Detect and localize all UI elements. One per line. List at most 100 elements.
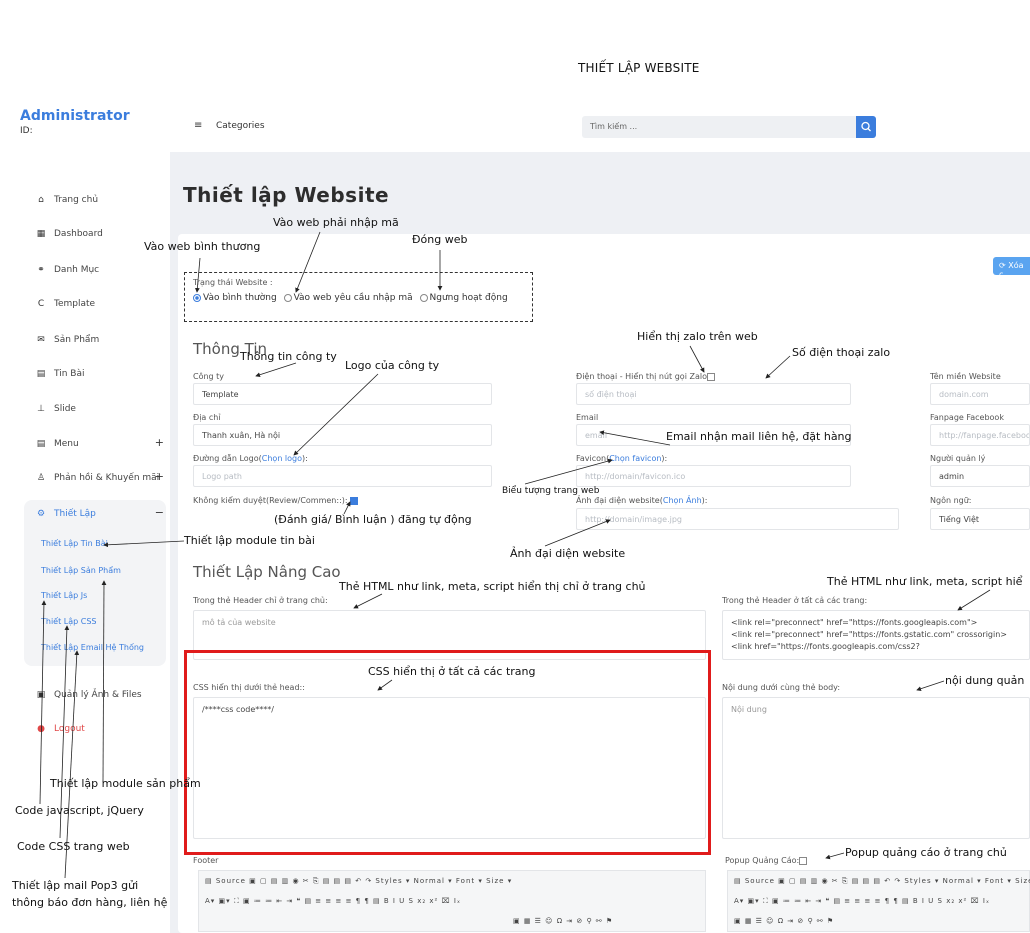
annotation-zalo-phone: Số điện thoại zalo [792, 346, 891, 359]
manager-field[interactable]: admin [930, 465, 1030, 487]
menu-icon: ▤ [36, 439, 46, 449]
favicon-label: Favicon(Chọn favicon): [576, 454, 668, 463]
sidebar-item-category[interactable]: ⚭ Danh Mục [36, 263, 99, 277]
sidebar-sub-js[interactable]: Thiết Lập Js [41, 591, 87, 600]
header-all-textarea[interactable]: <link rel="preconnect" href="https://fon… [722, 610, 1030, 660]
logout-icon: ● [37, 724, 45, 734]
settings-group [24, 500, 166, 666]
sidebar-sub-product[interactable]: Thiết Lập Sản Phẩm [41, 566, 121, 575]
phone-field[interactable]: số điện thoại [576, 383, 851, 405]
annotation-mail-line-1: Thiết lập mail Pop3 gửi [12, 879, 139, 892]
slide-icon: ⊥ [37, 404, 45, 414]
choose-image-link[interactable]: Chọn Ảnh [663, 496, 702, 505]
popup-toolbar-row-2[interactable]: A▾ ▣▾ ⛶ ▣ ≔ ≔ ⇤ ⇥ ❝ ▤ ≡ ≡ ≡ ≡ ¶ ¶ ▤ B I … [734, 897, 990, 906]
sidebar-item-home[interactable]: ⌂ Trang chủ [36, 193, 98, 207]
categories-link[interactable]: Categories [216, 121, 265, 131]
settings-collapse-icon[interactable]: − [155, 506, 164, 519]
dashboard-icon: ▦ [36, 229, 46, 239]
body-bottom-label: Nội dung dưới cùng thẻ body: [722, 683, 841, 692]
annotation-website-image: Ảnh đại diện website [510, 547, 626, 560]
sidebar-item-dashboard[interactable]: ▦ Dashboard [36, 227, 103, 241]
footer-toolbar-row-2[interactable]: A▾ ▣▾ ⛶ ▣ ≔ ≔ ⇤ ⇥ ❝ ▤ ≡ ≡ ≡ ≡ ¶ ¶ ▤ B I … [205, 897, 461, 906]
search-input[interactable]: Tìm kiếm ... [582, 116, 856, 138]
sidebar-item-settings[interactable]: ⚙ Thiết Lập [36, 507, 96, 521]
topbar: ≡ Categories Tìm kiếm ... [170, 100, 1030, 152]
annotation-favicon: Biểu tượng trang web [502, 486, 600, 496]
annotation-closed: Đóng web [412, 233, 468, 246]
gear-icon: ⚙ [36, 509, 46, 519]
domain-label: Tên miền Website [930, 372, 1001, 381]
search-icon [861, 121, 871, 132]
review-checkbox[interactable] [350, 496, 359, 505]
logo-path-field[interactable]: Logo path [193, 465, 492, 487]
review-label: Không kiểm duyệt(Review/Commen::): [193, 496, 359, 505]
annotation-normal: Vào web bình thương [144, 240, 261, 253]
search-button[interactable] [856, 116, 876, 138]
document-title: THIẾT LẬP WEBSITE [578, 61, 700, 75]
annotation-email-contact: Email nhận mail liên hệ, đặt hàng [666, 430, 852, 443]
sidebar-item-feedback[interactable]: ♙ Phản hồi & Khuyến mãi [36, 471, 159, 485]
address-field[interactable]: Thanh xuân, Hà nội [193, 424, 492, 446]
image-label: Ảnh đại diện website(Chọn Ảnh): [576, 496, 708, 505]
annotation-js-code: Code javascript, jQuery [15, 804, 144, 817]
page: { "document_title": "THIẾT LẬP WEBSITE",… [0, 0, 1030, 933]
choose-favicon-link[interactable]: Chọn favicon [609, 454, 661, 463]
manager-label: Người quản lý [930, 454, 986, 463]
product-icon: ✉ [37, 335, 45, 345]
header-home-label: Trong thẻ Header chỉ ở trang chủ: [193, 596, 328, 605]
feedback-icon: ♙ [36, 473, 46, 483]
popup-editor-toolbar[interactable]: ▤ Source ▣ ▢ ▤ ▥ ◉ ✂ ⎘ ▤ ▤ ▤ ↶ ↷ Styles … [727, 870, 1030, 932]
annotation-code-required: Vào web phải nhập mã [273, 216, 399, 229]
status-highlight-box [184, 272, 533, 322]
annotation-news-module: Thiết lập module tin bài [184, 534, 315, 547]
annotation-mail-line-2: thông báo đơn hàng, liên hệ [12, 896, 168, 909]
language-label: Ngôn ngữ: [930, 496, 972, 505]
footer-toolbar-row-1[interactable]: ▤ Source ▣ ▢ ▤ ▥ ◉ ✂ ⎘ ▤ ▤ ▤ ↶ ↷ Styles … [205, 877, 512, 886]
favicon-field[interactable]: http://domain/favicon.ico [576, 465, 851, 487]
logo-label: Đường dẫn Logo(Chọn logo): [193, 454, 308, 463]
brand-title[interactable]: Administrator [20, 108, 130, 124]
footer-editor-toolbar[interactable]: ▤ Source ▣ ▢ ▤ ▥ ◉ ✂ ⎘ ▤ ▤ ▤ ↶ ↷ Styles … [198, 870, 706, 932]
advanced-section-title: Thiết Lập Nâng Cao [193, 563, 341, 581]
choose-logo-link[interactable]: Chọn logo [262, 454, 302, 463]
body-bottom-textarea[interactable]: Nội dung [722, 697, 1030, 839]
zalo-checkbox[interactable] [706, 372, 715, 381]
sidebar-sub-css[interactable]: Thiết Lập CSS [41, 617, 97, 626]
feedback-expand-icon[interactable]: + [155, 470, 164, 483]
page-title: Thiết lập Website [183, 183, 390, 207]
annotation-css-all: CSS hiển thị ở tất cả các trang [368, 665, 536, 678]
sidebar-sub-news[interactable]: Thiết Lập Tin Bài [41, 539, 108, 548]
domain-field[interactable]: domain.com [930, 383, 1030, 405]
footer-label: Footer [193, 856, 219, 865]
sidebar-item-product[interactable]: ✉ Sản Phẩm [36, 333, 99, 347]
sidebar-item-slide[interactable]: ⊥ Slide [36, 402, 76, 416]
hamburger-icon[interactable]: ≡ [194, 120, 202, 131]
files-icon: ▣ [36, 690, 46, 700]
popup-checkbox[interactable] [799, 856, 808, 865]
company-field[interactable]: Template [193, 383, 492, 405]
footer-toolbar-row-3[interactable]: ▣ ▦ ☰ ☺ Ω ⇥ ⊘ ⚲ ⚯ ⚑ [513, 917, 613, 925]
clear-cache-button[interactable]: ⟳ Xóa c [993, 257, 1030, 279]
image-field[interactable]: http://domain/image.jpg [576, 508, 899, 530]
sidebar-item-logout[interactable]: ● Logout [36, 722, 85, 736]
sidebar-item-menu[interactable]: ▤ Menu [36, 437, 79, 451]
annotation-body-content: nội dung quản [945, 674, 1025, 687]
css-highlight-box [184, 650, 711, 855]
phone-label: Điện thoại - Hiển thị nút gọi Zalo [576, 372, 715, 381]
popup-toolbar-row-1[interactable]: ▤ Source ▣ ▢ ▤ ▥ ◉ ✂ ⎘ ▤ ▤ ▤ ↶ ↷ Styles … [734, 877, 1030, 886]
brand-id: ID: [20, 126, 33, 136]
annotation-css-code: Code CSS trang web [17, 840, 130, 853]
annotation-html-all: Thẻ HTML như link, meta, script hiể [827, 575, 1023, 588]
address-label: Địa chỉ [193, 413, 221, 422]
sidebar-item-template[interactable]: C Template [36, 297, 95, 311]
popup-toolbar-row-3[interactable]: ▣ ▦ ☰ ☺ Ω ⇥ ⊘ ⚲ ⚯ ⚑ [734, 917, 834, 925]
language-select[interactable]: Tiếng Việt [930, 508, 1030, 530]
sidebar-item-news[interactable]: ▤ Tin Bài [36, 367, 85, 381]
menu-expand-icon[interactable]: + [155, 436, 164, 449]
news-icon: ▤ [36, 369, 46, 379]
header-all-label: Trong thẻ Header ở tất cả các trang: [722, 596, 868, 605]
sidebar-sub-email[interactable]: Thiết Lập Email Hệ Thống [41, 643, 144, 652]
fanpage-field[interactable]: http://fanpage.faceboo [930, 424, 1030, 446]
annotation-company-info: Thông tin công ty [240, 350, 337, 363]
sidebar-item-files[interactable]: ▣ Quản lý Ảnh & Files [36, 688, 142, 702]
